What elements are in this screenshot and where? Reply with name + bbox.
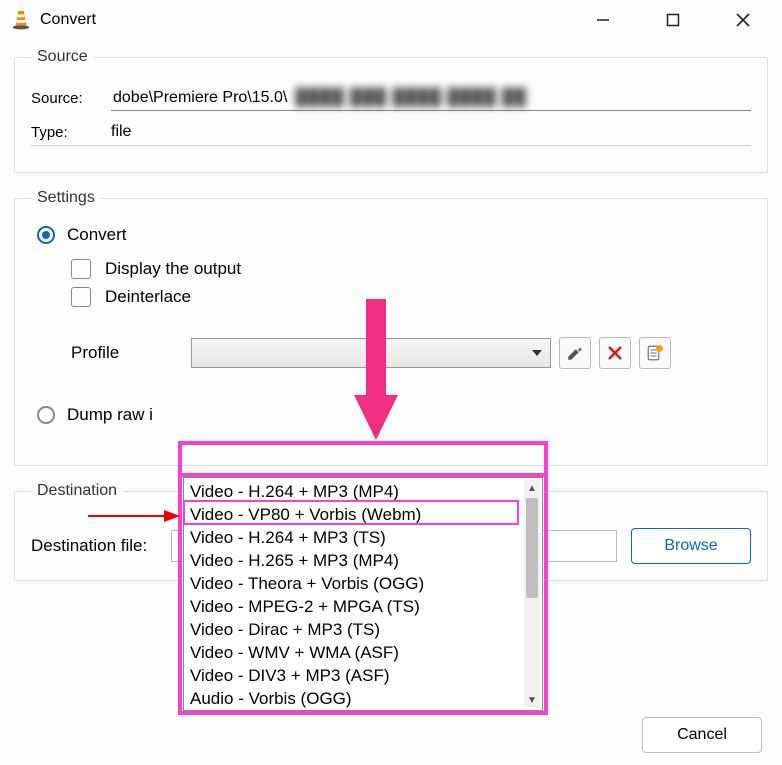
new-profile-button[interactable] — [639, 337, 671, 369]
profile-option[interactable]: Video - WMV + WMA (ASF) — [188, 641, 540, 664]
dump-raw-radio-row[interactable]: Dump raw i — [37, 405, 751, 425]
convert-radio[interactable] — [37, 226, 55, 244]
source-path-text: dobe\Premiere Pro\15.0\ — [113, 89, 287, 107]
profile-combobox[interactable] — [191, 338, 551, 368]
type-value: file — [111, 123, 131, 141]
deinterlace-label: Deinterlace — [105, 287, 191, 307]
edit-profile-button[interactable] — [559, 337, 591, 369]
profile-option[interactable]: Video - H.265 + MP3 (MP4) — [188, 549, 540, 572]
profile-option[interactable]: Video - VP80 + Vorbis (Webm) — [188, 503, 540, 526]
scroll-up-icon[interactable]: ▲ — [524, 480, 540, 496]
profile-option[interactable]: Video - H.264 + MP3 (MP4) — [188, 480, 540, 503]
maximize-button[interactable] — [638, 0, 708, 40]
profile-option[interactable]: Video - MPEG-2 + MPGA (TS) — [188, 595, 540, 618]
profile-option[interactable]: Video - Dirac + MP3 (TS) — [188, 618, 540, 641]
display-output-row[interactable]: Display the output — [71, 259, 751, 279]
deinterlace-checkbox[interactable] — [71, 287, 91, 307]
destination-legend: Destination — [31, 482, 123, 500]
browse-button[interactable]: Browse — [631, 528, 751, 564]
scrollbar[interactable]: ▲ ▼ — [524, 480, 540, 708]
source-label: Source: — [31, 90, 111, 107]
source-path: dobe\Premiere Pro\15.0\ ████ ███ ████ ██… — [111, 86, 751, 111]
titlebar: Convert — [0, 0, 782, 40]
cancel-label: Cancel — [677, 726, 727, 744]
source-legend: Source — [31, 48, 94, 66]
destination-file-label: Destination file: — [31, 536, 171, 556]
convert-label: Convert — [67, 225, 127, 245]
profile-option[interactable]: Video - Theora + Vorbis (OGG) — [188, 572, 540, 595]
deinterlace-row[interactable]: Deinterlace — [71, 287, 751, 307]
profile-label: Profile — [71, 343, 191, 363]
minimize-button[interactable] — [568, 0, 638, 40]
scroll-down-icon[interactable]: ▼ — [524, 692, 540, 708]
dump-raw-radio[interactable] — [37, 406, 55, 424]
source-group: Source Source: dobe\Premiere Pro\15.0\ █… — [14, 48, 768, 173]
profile-option[interactable]: Audio - Vorbis (OGG) — [188, 687, 540, 708]
close-button[interactable] — [708, 0, 778, 40]
scroll-thumb[interactable] — [526, 498, 538, 598]
cancel-button[interactable]: Cancel — [642, 717, 762, 753]
type-label: Type: — [31, 124, 111, 141]
source-path-redacted: ████ ███ ████ ████ ██ — [295, 89, 527, 107]
vlc-icon — [10, 9, 32, 31]
settings-group: Settings Convert Display the output Dein… — [14, 189, 768, 466]
profile-dropdown-list[interactable]: Video - H.264 + MP3 (MP4)Video - VP80 + … — [183, 477, 543, 711]
start-button-obscured[interactable] — [538, 717, 628, 753]
display-output-checkbox[interactable] — [71, 259, 91, 279]
chevron-down-icon — [532, 350, 542, 356]
browse-label: Browse — [664, 537, 717, 555]
profile-option[interactable]: Video - H.264 + MP3 (TS) — [188, 526, 540, 549]
window-title: Convert — [40, 11, 568, 29]
settings-legend: Settings — [31, 189, 101, 207]
delete-profile-button[interactable] — [599, 337, 631, 369]
convert-radio-row[interactable]: Convert — [37, 225, 751, 245]
dump-raw-label: Dump raw i — [67, 405, 153, 425]
display-output-label: Display the output — [105, 259, 241, 279]
profile-option[interactable]: Video - DIV3 + MP3 (ASF) — [188, 664, 540, 687]
